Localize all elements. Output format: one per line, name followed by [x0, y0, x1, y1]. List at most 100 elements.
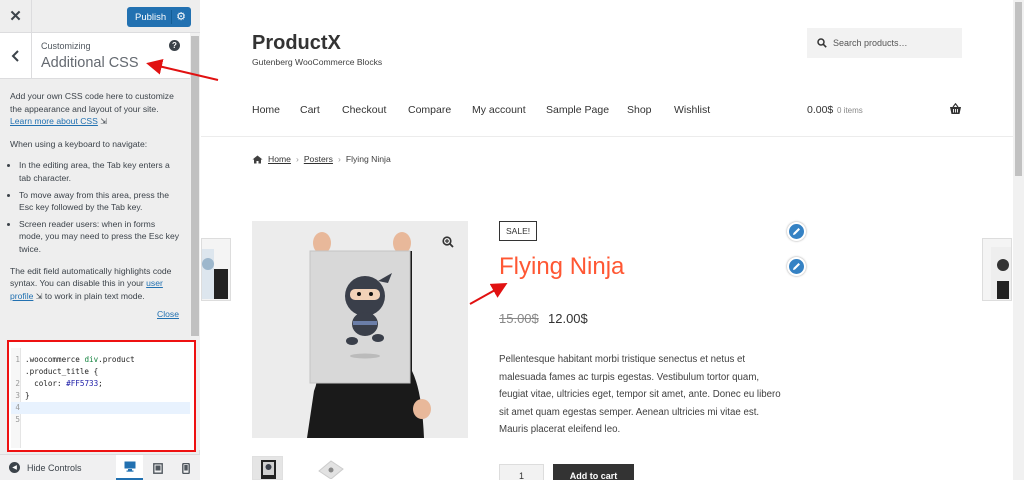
product-thumbnail[interactable] [314, 456, 345, 480]
section-subtitle: Customizing [41, 41, 91, 51]
breadcrumb-separator: › [337, 154, 341, 164]
line-number: 3 [15, 391, 20, 400]
help-icon[interactable]: ? [169, 40, 180, 51]
breadcrumb-current: Flying Ninja [345, 154, 391, 164]
external-link-icon: ⇲ [100, 117, 107, 127]
breadcrumb: Home › Posters › Flying Ninja [252, 154, 391, 164]
code-text: } [25, 391, 30, 400]
code-selector-rest: .product [98, 355, 135, 364]
basket-icon[interactable] [949, 103, 962, 115]
header-divider [201, 136, 1013, 137]
pencil-icon [793, 263, 800, 270]
external-link-icon: ⇲ [35, 291, 43, 301]
cart-total[interactable]: 0.00$ [807, 104, 833, 116]
previous-product-thumbnail[interactable] [201, 238, 231, 301]
hide-controls-label: Hide Controls [27, 462, 82, 473]
quantity-input[interactable]: 1 [499, 464, 544, 480]
close-link[interactable]: Close [157, 309, 179, 319]
publish-button[interactable]: Publish ⚙ [127, 7, 191, 27]
site-tagline: Gutenberg WooCommerce Blocks [252, 57, 383, 67]
customizer-sidebar: ✕ Publish ⚙ Customizing Additional CSS ?… [0, 0, 200, 480]
edit-shortcut-button[interactable] [787, 257, 806, 276]
search-input[interactable]: Search products… [807, 28, 962, 58]
sale-badge: SALE! [499, 221, 538, 241]
nav-item-home[interactable]: Home [252, 104, 280, 116]
code-line: 3 } [11, 390, 190, 402]
code-line: 5 [11, 414, 190, 426]
chevron-left-icon [11, 50, 19, 62]
product-title: Flying Ninja [499, 253, 625, 280]
code-line: 1 .woocommerce div.product [11, 354, 190, 366]
home-icon [252, 155, 263, 163]
line-number: 1 [15, 355, 20, 364]
code-line: 2 color: #FF5733; [11, 378, 190, 390]
nav-item-shop[interactable]: Shop [627, 104, 652, 116]
next-product-image [991, 247, 1011, 299]
list-item: In the editing area, the Tab key enters … [19, 159, 180, 184]
zoom-icon[interactable] [442, 236, 454, 248]
sale-price: 12.00$ [548, 311, 588, 326]
preview-scrollbar-thumb[interactable] [1015, 2, 1022, 176]
nav-item-cart[interactable]: Cart [300, 104, 320, 116]
intro-text: Add your own CSS code here to customize … [10, 91, 174, 114]
breadcrumb-home[interactable]: Home [268, 154, 291, 164]
code-editor-area[interactable]: 1 .woocommerce div.product .product_titl… [11, 348, 190, 448]
section-header: Customizing Additional CSS ? [0, 33, 190, 79]
list-item: To move away from this area, press the E… [19, 189, 180, 214]
mobile-preview-button[interactable] [172, 455, 199, 480]
edit-shortcut-button[interactable] [787, 222, 806, 241]
ninja-poster-image [252, 221, 468, 438]
nav-item-checkout[interactable]: Checkout [342, 104, 386, 116]
nav-item-wishlist[interactable]: Wishlist [674, 104, 710, 116]
search-icon [817, 38, 827, 48]
site-title[interactable]: ProductX [252, 32, 341, 55]
collapse-icon: ◀ [9, 462, 20, 473]
code-property: color: [25, 379, 67, 388]
nav-item-my-account[interactable]: My account [472, 104, 526, 116]
publish-divider [171, 10, 172, 24]
breadcrumb-category[interactable]: Posters [304, 154, 333, 164]
code-end: ; [98, 379, 103, 388]
gear-icon[interactable]: ⚙ [176, 10, 186, 23]
line-number: 4 [15, 403, 20, 412]
code-line: .product_title { [11, 366, 190, 378]
highlight-text-end: to work in plain text mode. [44, 290, 145, 301]
keyboard-intro: When using a keyboard to navigate: [10, 138, 148, 149]
keyboard-tips-list: In the editing area, the Tab key enters … [10, 159, 180, 255]
tablet-preview-button[interactable] [144, 455, 171, 480]
code-line-active[interactable]: 4 [11, 402, 190, 414]
nav-item-sample-page[interactable]: Sample Page [546, 104, 609, 116]
close-icon[interactable]: ✕ [0, 0, 32, 32]
learn-more-link[interactable]: Learn more about CSS [10, 116, 98, 126]
code-text: .product_title { [25, 367, 99, 376]
code-tag: div [84, 355, 99, 364]
hide-controls-button[interactable]: ◀ Hide Controls [9, 462, 82, 473]
code-value: #FF5733 [66, 379, 99, 388]
code-selector: .woocommerce [25, 355, 85, 364]
add-to-cart-button[interactable]: Add to cart [553, 464, 634, 480]
desktop-icon [124, 461, 135, 472]
search-placeholder: Search products… [833, 38, 908, 48]
customizer-header-bar: ✕ Publish ⚙ [0, 0, 200, 33]
product-image[interactable] [252, 221, 468, 438]
back-button[interactable] [0, 33, 32, 79]
next-product-thumbnail[interactable] [982, 238, 1012, 301]
customizer-footer: ◀ Hide Controls [0, 454, 200, 480]
breadcrumb-separator: › [295, 154, 299, 164]
section-description: Add your own CSS code here to customize … [0, 80, 190, 340]
desktop-preview-button[interactable] [116, 455, 143, 480]
css-code-editor[interactable]: 1 .woocommerce div.product .product_titl… [7, 340, 196, 452]
publish-label: Publish [135, 11, 167, 23]
regular-price: 15.00$ [499, 311, 539, 326]
line-number: 5 [15, 415, 20, 424]
list-item: Screen reader users: when in forms mode,… [19, 218, 180, 256]
product-thumbnail[interactable] [252, 456, 283, 480]
product-thumbnail-image [253, 457, 282, 479]
nav-item-compare[interactable]: Compare [408, 104, 451, 116]
pencil-icon [793, 228, 800, 235]
cart-item-count[interactable]: 0 items [837, 106, 863, 115]
product-thumbnail-image [318, 460, 344, 479]
product-short-description: Pellentesque habitant morbi tristique se… [499, 354, 781, 435]
sidebar-scrollbar-thumb[interactable] [191, 36, 199, 336]
mobile-icon [181, 462, 190, 474]
